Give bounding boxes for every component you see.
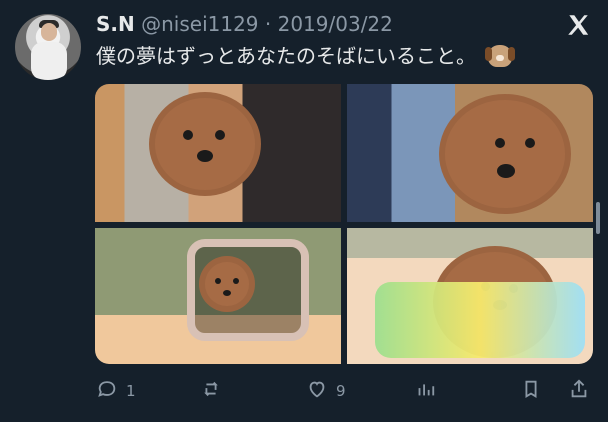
dog-nose: [497, 164, 515, 178]
avatar[interactable]: [15, 14, 81, 80]
tweet-text-content: 僕の夢はずっとあなたのそばにいること。: [96, 44, 476, 68]
dog-eye: [183, 130, 193, 140]
x-logo-icon[interactable]: [565, 12, 591, 38]
like-count: 9: [336, 382, 346, 400]
dog-head: [439, 94, 571, 214]
handle[interactable]: @nisei1129: [141, 12, 258, 36]
photo-1[interactable]: [95, 84, 341, 222]
retweet-button[interactable]: [200, 374, 230, 408]
dog-head: [199, 256, 255, 312]
dog-eye: [215, 278, 221, 284]
avatar-body: [31, 42, 67, 80]
separator: ·: [264, 12, 278, 36]
dog-eye: [525, 138, 535, 148]
reply-icon: [96, 378, 118, 404]
share-icon: [568, 378, 590, 404]
dog-nose: [197, 150, 213, 162]
like-button[interactable]: 9: [306, 374, 346, 408]
tweet-date[interactable]: 2019/03/22: [278, 12, 393, 36]
dog-face-emoji: [485, 45, 516, 67]
bookmark-button[interactable]: [520, 374, 542, 408]
retweet-icon: [200, 378, 222, 404]
towel: [375, 282, 585, 358]
tweet-text: 僕の夢はずっとあなたのそばにいること。: [96, 42, 516, 70]
photo-2[interactable]: [347, 84, 593, 222]
dog-nose: [223, 290, 231, 296]
display-name[interactable]: S.N: [96, 12, 135, 36]
bookmark-icon: [520, 378, 542, 404]
avatar-face: [41, 23, 57, 41]
reply-button[interactable]: 1: [96, 374, 136, 408]
photo-4[interactable]: [347, 228, 593, 364]
tweet-actions: 1 9: [0, 374, 608, 408]
scrollbar[interactable]: [596, 202, 600, 234]
dog-eye: [495, 138, 505, 148]
analytics-icon: [414, 378, 436, 404]
dog-head: [149, 92, 261, 196]
analytics-button[interactable]: [414, 374, 436, 408]
photo-3[interactable]: [95, 228, 341, 364]
tweet-header: S.N @nisei1129 · 2019/03/22: [96, 10, 393, 38]
dog-eye: [233, 278, 239, 284]
dog-eye: [215, 130, 225, 140]
share-button[interactable]: [568, 374, 590, 408]
media-grid[interactable]: [95, 84, 593, 364]
reply-count: 1: [126, 382, 136, 400]
heart-icon: [306, 378, 328, 404]
